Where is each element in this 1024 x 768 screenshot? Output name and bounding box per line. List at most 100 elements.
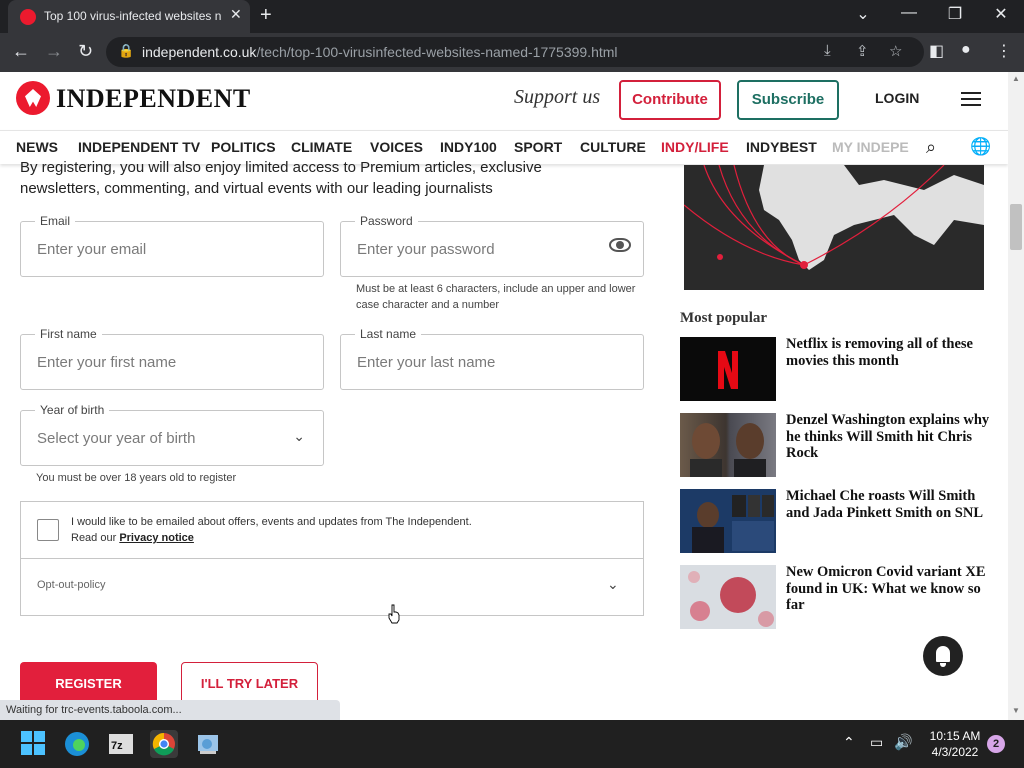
first-name-input[interactable]: Enter your first name (37, 354, 176, 371)
nav-item-voices[interactable]: VOICES (370, 139, 423, 155)
most-popular-heading: Most popular (680, 310, 768, 326)
popular-article[interactable]: Netflix is removing all of these movies … (680, 336, 1000, 401)
support-us-text: Support us (514, 86, 601, 108)
profile-avatar-icon[interactable]: ● (961, 41, 971, 59)
subscribe-button[interactable]: Subscribe (737, 80, 839, 120)
nav-item-indybest[interactable]: INDYBEST (746, 139, 817, 155)
password-field[interactable]: Password Enter your password (340, 214, 644, 277)
svg-text:7z: 7z (111, 740, 123, 752)
new-tab-button[interactable]: + (260, 4, 272, 27)
register-intro-text: By registering, you will also enjoy limi… (20, 159, 542, 197)
nav-item-sport[interactable]: SPORT (514, 139, 562, 155)
show-hidden-icons-chevron-icon[interactable]: ⌃ (843, 734, 855, 751)
privacy-notice-link[interactable]: Privacy notice (119, 532, 194, 544)
forward-button[interactable]: → (45, 41, 63, 62)
volume-icon[interactable]: 🔊 (894, 733, 913, 751)
nav-item-indy100[interactable]: INDY100 (440, 139, 497, 155)
popular-article[interactable]: New Omicron Covid variant XE found in UK… (680, 564, 1000, 629)
browser-menu-icon[interactable]: ⋮ (996, 41, 1012, 61)
chevron-down-icon[interactable]: ⌄ (607, 576, 619, 593)
notification-count-badge[interactable]: 2 (987, 735, 1005, 753)
last-name-input[interactable]: Enter your last name (357, 354, 495, 371)
year-of-birth-select[interactable]: Year of birth Select your year of birth … (20, 403, 324, 466)
year-of-birth-label: Year of birth (35, 403, 110, 417)
show-password-eye-icon[interactable] (609, 238, 631, 252)
windows-taskbar: 7z ⌃ ▭ 🔊 10:15 AM 4/3/2022 2 (0, 720, 1024, 768)
restore-button[interactable]: ❐ (940, 4, 970, 24)
email-field[interactable]: Email Enter your email (20, 214, 324, 277)
control-panel-icon[interactable] (194, 730, 222, 758)
reload-button[interactable]: ↻ (78, 41, 93, 62)
denzel-washington-thumbnail[interactable] (680, 413, 776, 477)
windows-start-icon[interactable] (20, 730, 48, 758)
site-logo[interactable]: INDEPENDENT (56, 84, 251, 114)
scroll-up-arrow-icon[interactable]: ▲ (1012, 74, 1020, 83)
last-name-label: Last name (355, 327, 422, 341)
netflix-thumbnail[interactable] (680, 337, 776, 401)
back-button[interactable]: ← (12, 41, 30, 62)
divider (21, 558, 643, 559)
search-icon[interactable]: ⌕ (926, 137, 936, 158)
popular-article-title[interactable]: New Omicron Covid variant XE found in UK… (786, 564, 996, 614)
first-name-label: First name (35, 327, 102, 341)
nav-item-news[interactable]: NEWS (16, 139, 58, 155)
tab-search-chevron-icon[interactable]: ⌄ (848, 4, 878, 24)
nav-item-my-independent[interactable]: MY INDEPE (832, 139, 909, 155)
first-name-field[interactable]: First name Enter your first name (20, 327, 324, 390)
nav-item-climate[interactable]: CLIMATE (291, 139, 352, 155)
popular-article[interactable]: Denzel Washington explains why he thinks… (680, 412, 1000, 477)
popular-article-title[interactable]: Denzel Washington explains why he thinks… (786, 412, 996, 462)
browser-status-bar: Waiting for trc-events.taboola.com... (0, 700, 340, 720)
close-tab-icon[interactable]: ✕ (230, 6, 242, 23)
taskbar-clock[interactable]: 10:15 AM 4/3/2022 (922, 728, 988, 760)
opt-out-policy-toggle[interactable]: Opt-out-policy (37, 579, 105, 591)
email-input[interactable]: Enter your email (37, 241, 146, 258)
popular-article-title[interactable]: Michael Che roasts Will Smith and Jada P… (786, 488, 996, 521)
tab-title: Top 100 virus-infected websites n (44, 9, 222, 23)
browser-tab[interactable]: Top 100 virus-infected websites n ✕ (8, 0, 250, 33)
browser-tab-strip: Top 100 virus-infected websites n ✕ + ⌄ … (0, 0, 1024, 33)
article-map-image[interactable] (684, 165, 984, 290)
url-text[interactable]: independent.co.uk/tech/top-100-virusinfe… (142, 44, 618, 60)
7zip-app-icon[interactable]: 7z (107, 730, 135, 758)
map-illustration (684, 165, 984, 270)
minimize-button[interactable]: — (894, 4, 924, 22)
install-app-icon[interactable]: ⤓ (824, 42, 831, 59)
virus-thumbnail[interactable] (680, 565, 776, 629)
last-name-field[interactable]: Last name Enter your last name (340, 327, 644, 390)
address-bar[interactable]: 🔒 independent.co.uk/tech/top-100-virusin… (106, 37, 924, 67)
side-panel-icon[interactable]: ◧ (929, 41, 944, 61)
site-header: INDEPENDENT Support us Contribute Subscr… (0, 72, 1008, 130)
eagle-logo-icon[interactable] (16, 81, 50, 115)
scroll-down-arrow-icon[interactable]: ▼ (1012, 706, 1020, 715)
nav-item-independent-tv[interactable]: INDEPENDENT TV (78, 139, 200, 155)
network-icon[interactable]: ▭ (870, 734, 883, 751)
optin-text: I would like to be emailed about offers,… (71, 516, 472, 544)
popular-article[interactable]: Michael Che roasts Will Smith and Jada P… (680, 488, 1000, 553)
bookmark-star-icon[interactable]: ☆ (889, 42, 902, 60)
scrollbar-thumb[interactable] (1010, 204, 1022, 250)
nav-item-culture[interactable]: CULTURE (580, 139, 646, 155)
popular-article-title[interactable]: Netflix is removing all of these movies … (786, 336, 996, 369)
login-link[interactable]: LOGIN (875, 90, 919, 106)
chrome-browser-icon[interactable] (150, 730, 178, 758)
age-hint: You must be over 18 years old to registe… (36, 472, 237, 484)
globe-icon[interactable]: 🌐 (970, 137, 991, 157)
snl-thumbnail[interactable] (680, 489, 776, 553)
lock-icon[interactable]: 🔒 (118, 43, 134, 59)
nav-item-indy-life[interactable]: INDY/LIFE (661, 139, 729, 155)
close-window-button[interactable]: ✕ (986, 4, 1016, 24)
marketing-consent-panel: I would like to be emailed about offers,… (20, 501, 644, 616)
marketing-optin-checkbox[interactable] (37, 519, 59, 541)
nav-item-politics[interactable]: POLITICS (211, 139, 276, 155)
year-of-birth-value[interactable]: Select your year of birth (37, 430, 195, 447)
hamburger-menu-icon[interactable] (961, 92, 981, 106)
chevron-down-icon[interactable]: ⌄ (293, 428, 305, 445)
hand-cursor-icon (388, 604, 400, 624)
password-input[interactable]: Enter your password (357, 241, 495, 258)
notification-bell-icon[interactable] (923, 636, 963, 676)
page-scrollbar[interactable] (1008, 72, 1024, 720)
share-icon[interactable]: ⇪ (856, 42, 869, 60)
contribute-button[interactable]: Contribute (619, 80, 721, 120)
edge-browser-icon[interactable] (63, 730, 91, 758)
